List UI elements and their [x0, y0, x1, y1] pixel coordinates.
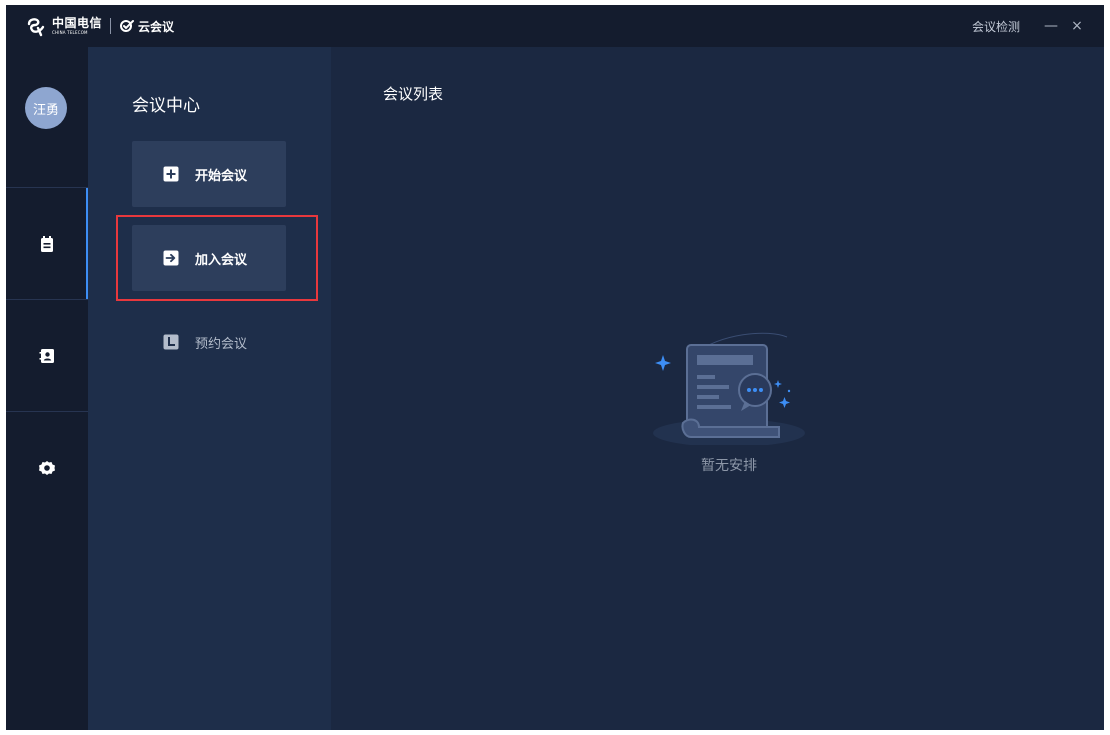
calendar-icon — [41, 235, 53, 252]
schedule-icon — [163, 334, 179, 350]
close-button[interactable]: × — [1064, 13, 1090, 39]
meeting-detect-button[interactable]: 会议检测 — [972, 18, 1020, 35]
start-meeting-button[interactable]: 开始会议 — [132, 141, 286, 207]
title-controls: 会议检测 — × — [972, 5, 1090, 47]
brand-text: 中国电信 CHINA TELECOM — [52, 17, 102, 35]
app-name: 云会议 — [138, 19, 175, 34]
panel-title: 会议中心 — [132, 96, 200, 116]
rail-item-settings[interactable] — [6, 412, 88, 523]
china-telecom-logo-icon — [27, 18, 45, 37]
plus-square-icon — [163, 166, 179, 182]
brand-en-text: CHINA TELECOM — [52, 30, 88, 35]
avatar[interactable]: 汪勇 — [25, 87, 67, 129]
schedule-meeting-label: 预约会议 — [195, 336, 248, 352]
brand-logo: 中国电信 CHINA TELECOM 云会议 — [26, 15, 174, 37]
empty-document-illustration-icon — [653, 332, 805, 447]
settings-icon — [39, 460, 55, 475]
brand-cn-text: 中国电信 — [52, 16, 103, 30]
title-bar: 中国电信 CHINA TELECOM 云会议 会议检测 — × — [6, 5, 1104, 47]
app-brand: 云会议 — [119, 18, 174, 35]
close-icon: × — [1071, 18, 1083, 34]
brand-separator — [110, 18, 112, 34]
meeting-list-area: 会议列表 暂无安排 — [331, 47, 1104, 730]
nav-rail: 汪勇 — [6, 47, 88, 730]
meeting-center-panel: 会议中心 开始会议 加入会议 预约会议 — [88, 47, 331, 730]
empty-state: 暂无安排 — [649, 325, 809, 475]
rail-item-meetings[interactable] — [6, 188, 88, 299]
cloud-meeting-logo-icon — [120, 20, 135, 32]
schedule-meeting-button[interactable]: 预约会议 — [132, 309, 286, 375]
join-meeting-button[interactable]: 加入会议 — [132, 225, 286, 291]
meeting-list-title: 会议列表 — [383, 85, 444, 103]
empty-state-text: 暂无安排 — [701, 458, 757, 474]
enter-arrow-icon — [163, 250, 179, 266]
start-meeting-label: 开始会议 — [195, 168, 248, 184]
join-meeting-label: 加入会议 — [195, 252, 248, 268]
app-window: 中国电信 CHINA TELECOM 云会议 会议检测 — × 汪勇 会议中心 … — [6, 5, 1104, 730]
minimize-icon: — — [1044, 18, 1058, 34]
rail-item-contacts[interactable] — [6, 300, 88, 411]
minimize-button[interactable]: — — [1038, 13, 1064, 39]
contacts-icon — [39, 348, 54, 363]
